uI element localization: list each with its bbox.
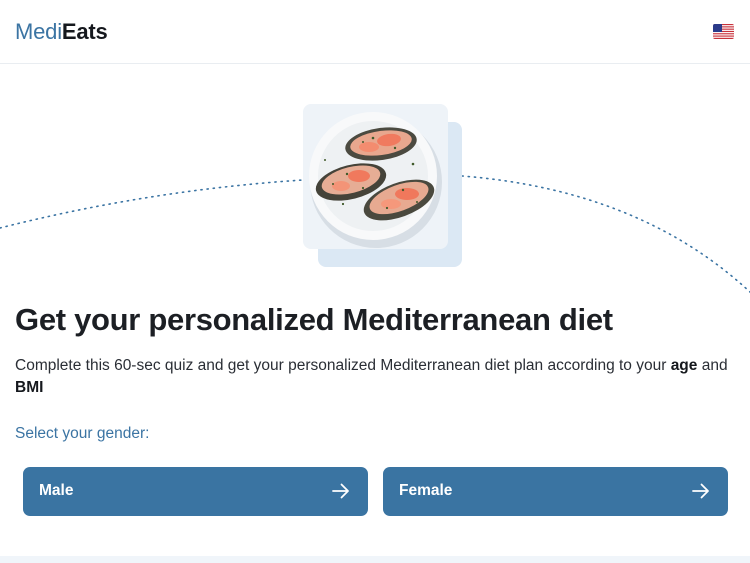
page-description: Complete this 60-sec quiz and get your p… xyxy=(15,355,735,399)
gender-prompt: Select your gender: xyxy=(15,425,150,442)
description-age: age xyxy=(670,357,698,374)
description-and: and xyxy=(697,357,728,374)
salmon-toast-plate-image xyxy=(303,104,448,249)
page-headline: Get your personalized Mediterranean diet xyxy=(15,302,613,337)
arrow-right-icon xyxy=(692,483,709,499)
description-text: Complete this 60-sec quiz and get your p… xyxy=(15,357,671,374)
male-button-label: Male xyxy=(39,482,74,499)
description-bmi: BMI xyxy=(15,379,44,396)
arrow-right-icon xyxy=(332,483,349,499)
bottom-section-edge xyxy=(0,556,750,563)
male-button[interactable]: Male xyxy=(23,467,368,516)
female-button-label: Female xyxy=(399,482,453,499)
female-button[interactable]: Female xyxy=(383,467,728,516)
